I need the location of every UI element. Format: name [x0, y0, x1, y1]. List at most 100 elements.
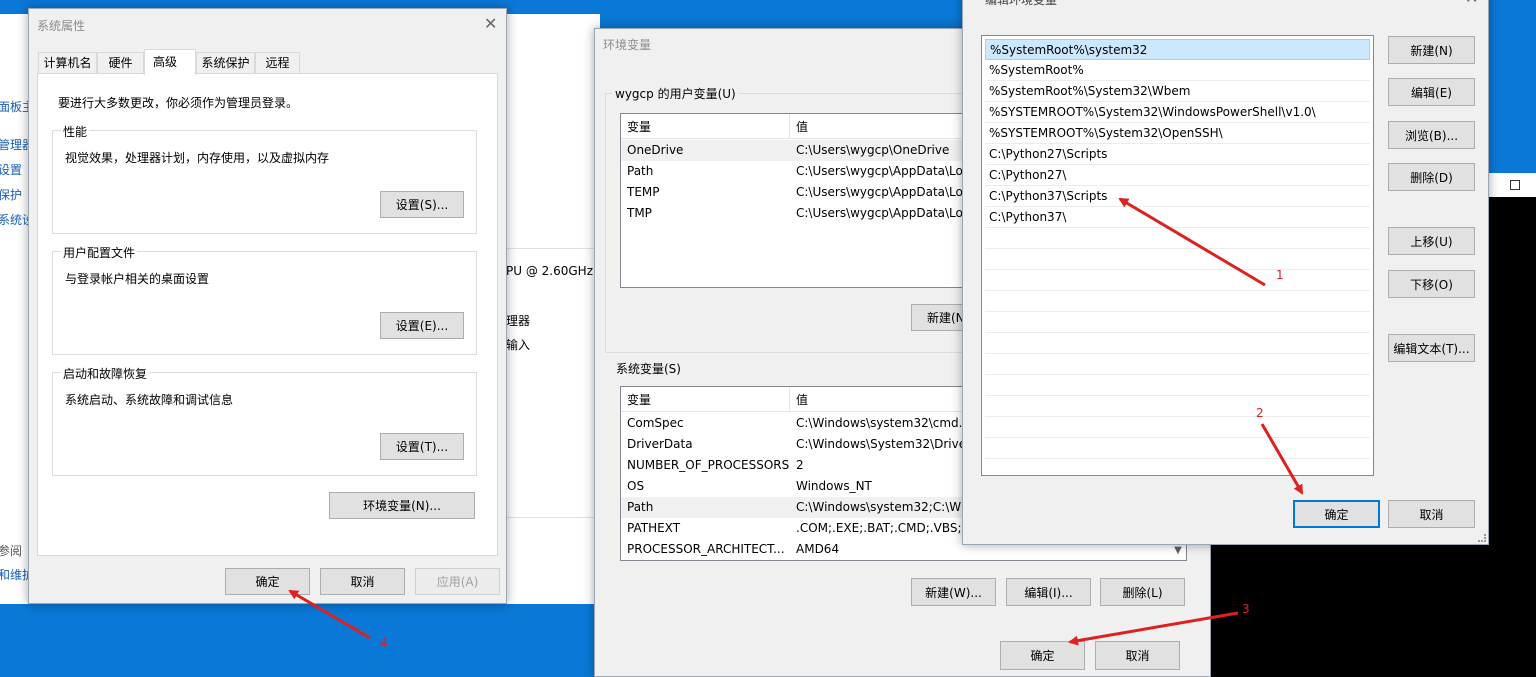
list-item[interactable]: C:\Python37\Scripts	[985, 186, 1370, 207]
column-header-value[interactable]: 值	[796, 391, 808, 408]
variable-value: C:\Windows\system32;C:\Win	[796, 500, 972, 514]
performance-settings-button[interactable]: 设置(S)...	[380, 191, 464, 218]
list-item[interactable]: C:\Python27\	[985, 165, 1370, 186]
ok-button[interactable]: 确定	[1000, 641, 1085, 670]
resize-grip-icon[interactable]	[1478, 534, 1486, 542]
empty-list-row[interactable]	[985, 354, 1370, 375]
dialog-title: 环境变量	[603, 38, 652, 52]
list-item[interactable]: %SYSTEMROOT%\System32\WindowsPowerShell\…	[985, 102, 1370, 123]
ok-button[interactable]: 确定	[1293, 500, 1380, 528]
empty-list-row[interactable]	[985, 291, 1370, 312]
variable-value: Windows_NT	[796, 479, 872, 493]
user-profiles-settings-button[interactable]: 设置(E)...	[380, 312, 464, 339]
empty-list-row[interactable]	[985, 438, 1370, 459]
system-new-button[interactable]: 新建(W)...	[911, 578, 996, 606]
variable-name: ComSpec	[627, 416, 684, 430]
system-edit-button[interactable]: 编辑(I)...	[1006, 578, 1091, 606]
system-variables-group-label: 系统变量(S)	[613, 360, 684, 377]
background-left-item: 设置	[0, 163, 23, 177]
tab-remote[interactable]: 远程	[255, 52, 300, 74]
list-item[interactable]: %SystemRoot%	[985, 60, 1370, 81]
apply-button[interactable]: 应用(A)	[415, 568, 500, 595]
variable-value: C:\Windows\system32\cmd.e	[796, 416, 970, 430]
empty-list-row[interactable]	[985, 375, 1370, 396]
move-down-button[interactable]: 下移(O)	[1388, 270, 1475, 298]
user-profiles-group: 用户配置文件 与登录帐户相关的桌面设置 设置(E)...	[52, 244, 477, 355]
variable-value: 2	[796, 458, 804, 472]
empty-list-row[interactable]	[985, 417, 1370, 438]
annotation-label: 3	[1242, 602, 1250, 616]
empty-list-row[interactable]	[985, 228, 1370, 249]
tab-panel: 要进行大多数更改，你必须作为管理员登录。 性能 视觉效果，处理器计划，内存使用，…	[37, 73, 498, 556]
column-header-variable[interactable]: 变量	[627, 118, 651, 135]
group-label: 性能	[61, 123, 90, 140]
tab-label: 硬件	[108, 56, 133, 70]
list-item[interactable]: %SystemRoot%\System32\Wbem	[985, 81, 1370, 102]
dialog-title: 系统属性	[37, 19, 86, 33]
variable-value: C:\Windows\System32\Driver	[796, 437, 972, 451]
variable-value: C:\Users\wygcp\OneDrive	[796, 143, 950, 157]
close-icon[interactable]: ✕	[484, 16, 497, 32]
group-desc: 与登录帐户相关的桌面设置	[65, 272, 210, 286]
empty-list-row[interactable]	[985, 333, 1370, 354]
variable-name: TEMP	[627, 185, 660, 199]
background-cpu-text: PU @ 2.60GHz	[506, 264, 593, 278]
delete-button[interactable]: 删除(D)	[1388, 163, 1475, 191]
variable-name: Path	[627, 164, 654, 178]
environment-variables-button[interactable]: 环境变量(N)...	[329, 492, 475, 519]
group-desc: 视觉效果，处理器计划，内存使用，以及虚拟内存	[65, 151, 330, 165]
startup-recovery-settings-button[interactable]: 设置(T)...	[380, 433, 464, 460]
variable-name: OS	[627, 479, 645, 493]
variable-value: C:\Users\wygcp\AppData\Lo	[796, 206, 963, 220]
column-header-variable[interactable]: 变量	[627, 391, 651, 408]
group-label: 启动和故障恢复	[61, 365, 150, 382]
tab-hardware[interactable]: 硬件	[97, 52, 144, 74]
list-item[interactable]: %SYSTEMROOT%\System32\OpenSSH\	[985, 123, 1370, 144]
variable-name: Path	[627, 500, 654, 514]
edit-button[interactable]: 编辑(E)	[1388, 78, 1475, 106]
tab-label: 系统保护	[201, 56, 250, 70]
tab-advanced[interactable]: 高级	[144, 49, 196, 75]
new-button[interactable]: 新建(N)	[1388, 36, 1475, 64]
tab-computer-name[interactable]: 计算机名	[38, 52, 97, 74]
background-proc-text: 理器	[506, 314, 531, 328]
variable-value: C:\Users\wygcp\AppData\Lo	[796, 185, 963, 199]
empty-list-row[interactable]	[985, 270, 1370, 291]
group-label: 用户配置文件	[61, 244, 138, 261]
list-item[interactable]: %SystemRoot%\system32	[985, 39, 1370, 60]
tab-label: 高级	[153, 55, 178, 69]
edit-text-button[interactable]: 编辑文本(T)...	[1388, 334, 1475, 362]
variable-value: C:\Users\wygcp\AppData\Lo	[796, 164, 963, 178]
user-new-button[interactable]: 新建(N	[911, 304, 966, 331]
background-input-text: 输入	[506, 338, 531, 352]
list-item[interactable]: C:\Python27\Scripts	[985, 144, 1370, 165]
background-divider	[506, 248, 596, 249]
cancel-button[interactable]: 取消	[320, 568, 405, 595]
tab-system-protection[interactable]: 系统保护	[196, 52, 255, 74]
tab-label: 计算机名	[43, 56, 92, 70]
empty-list-row[interactable]	[985, 312, 1370, 333]
edit-environment-variable-dialog: 编辑环境变量 ✕ %SystemRoot%\system32%SystemRoo…	[962, 0, 1489, 545]
column-divider	[789, 387, 790, 411]
close-icon[interactable]: ✕	[1465, 0, 1478, 6]
annotation-label: 1	[1276, 268, 1284, 282]
move-up-button[interactable]: 上移(U)	[1388, 227, 1475, 255]
empty-list-row[interactable]	[985, 396, 1370, 417]
ok-button[interactable]: 确定	[225, 568, 310, 595]
system-properties-dialog: 系统属性 ✕ 计算机名 硬件 高级 系统保护 远程 要进行大多数更改，你必须作为…	[28, 8, 507, 604]
variable-name: TMP	[627, 206, 652, 220]
chevron-down-icon[interactable]: ▼	[1171, 543, 1185, 559]
system-delete-button[interactable]: 删除(L)	[1100, 578, 1185, 606]
cancel-button[interactable]: 取消	[1388, 500, 1475, 528]
annotation-label: 4	[380, 636, 388, 650]
background-divider	[506, 517, 596, 518]
background-left-item: 保护	[0, 188, 23, 202]
list-item[interactable]: C:\Python37\	[985, 207, 1370, 228]
empty-list-row[interactable]	[985, 249, 1370, 270]
column-header-value[interactable]: 值	[796, 118, 808, 135]
browse-button[interactable]: 浏览(B)...	[1388, 121, 1475, 149]
cancel-button[interactable]: 取消	[1095, 641, 1180, 670]
variable-name: PATHEXT	[627, 521, 681, 535]
performance-group: 性能 视觉效果，处理器计划，内存使用，以及虚拟内存 设置(S)...	[52, 123, 477, 234]
path-list[interactable]: %SystemRoot%\system32 %SystemRoot% %System…	[981, 35, 1374, 476]
